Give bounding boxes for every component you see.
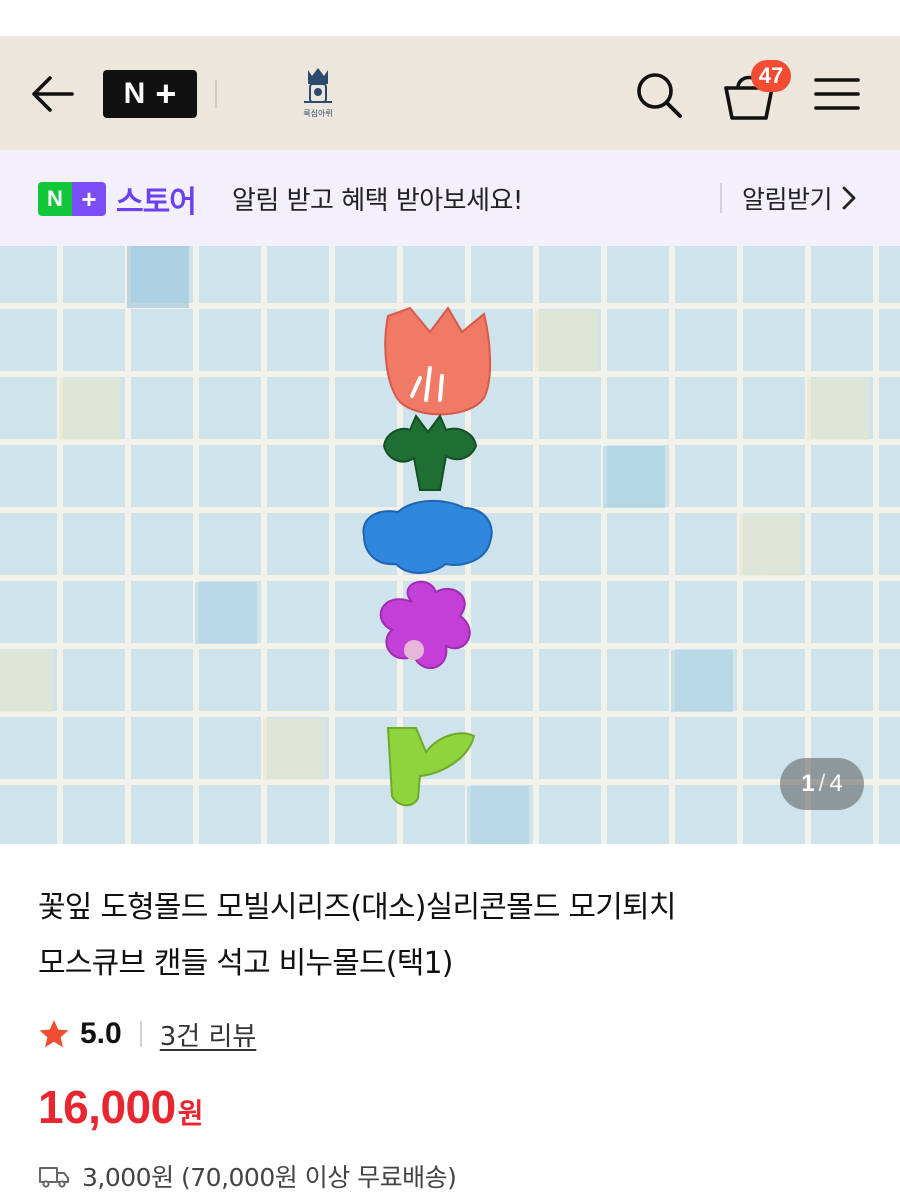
- product-photo: [0, 246, 900, 844]
- search-button[interactable]: [634, 70, 684, 120]
- naver-plus-store-logo: N + 스토어: [38, 182, 197, 220]
- arrow-left-icon: [32, 76, 74, 112]
- rating-divider: [139, 1021, 142, 1047]
- store-badge-n: N: [38, 182, 72, 216]
- brand-crest-icon: [304, 68, 332, 103]
- naver-plus-logo[interactable]: N +: [103, 70, 197, 118]
- store-name: 스토어: [116, 185, 197, 220]
- gallery-separator: /: [818, 770, 826, 797]
- subscribe-alert-label: 알림받기: [742, 185, 833, 214]
- truck-icon: [39, 1167, 69, 1188]
- price-currency: 원: [177, 1097, 204, 1130]
- cart-count-badge: 47: [751, 60, 791, 92]
- subscribe-alert-button[interactable]: 알림받기: [742, 178, 860, 218]
- store-badge-plus: +: [72, 182, 106, 216]
- review-count-link[interactable]: 3건 리뷰: [160, 1016, 257, 1053]
- notification-banner: N + 스토어 알림 받고 혜택 받아보세요! 알림받기: [0, 150, 900, 246]
- chevron-right-icon: [842, 186, 856, 210]
- product-title: 꽃잎 도형몰드 모빌시리즈(대소)실리콘몰드 모기퇴치 모스큐브 캔들 석고 비…: [38, 880, 858, 992]
- gallery-current-index: 1: [801, 770, 815, 797]
- top-header: N + 룩심아뤼 47: [0, 36, 900, 150]
- header-divider: [215, 80, 217, 108]
- shipping-row: 3,000원 (70,000원 이상 무료배송): [38, 1156, 457, 1196]
- search-icon: [637, 73, 682, 118]
- hamburger-menu-icon: [814, 78, 860, 110]
- star-icon: [39, 1020, 69, 1048]
- gallery-total-count: 4: [829, 770, 843, 797]
- back-button[interactable]: [28, 74, 76, 114]
- product-image-gallery[interactable]: [0, 246, 900, 844]
- store-badge: N +: [38, 182, 106, 216]
- notice-divider: [720, 183, 722, 213]
- logo-plus: +: [155, 73, 177, 114]
- menu-button[interactable]: [812, 74, 862, 114]
- brand-logo-text: 룩심아뤼: [303, 109, 333, 118]
- shipping-fee-text: 3,000원 (70,000원 이상 무료배송): [82, 1163, 457, 1192]
- rating-row: 5.0 3건 리뷰: [38, 1012, 256, 1056]
- price-row: 16,000 원: [38, 1080, 203, 1140]
- product-title-line2: 모스큐브 캔들 석고 비누몰드(택1): [38, 946, 454, 981]
- product-price: 16,000: [38, 1081, 176, 1133]
- rating-value: 5.0: [80, 1017, 122, 1050]
- product-title-line1: 꽃잎 도형몰드 모빌시리즈(대소)실리콘몰드 모기퇴치: [38, 890, 676, 925]
- gallery-pager: 1 / 4: [780, 758, 864, 810]
- status-area: [0, 0, 900, 36]
- notice-message: 알림 받고 혜택 받아보세요!: [232, 186, 523, 216]
- logo-n: N: [123, 77, 146, 110]
- brand-logo[interactable]: 룩심아뤼: [292, 64, 344, 124]
